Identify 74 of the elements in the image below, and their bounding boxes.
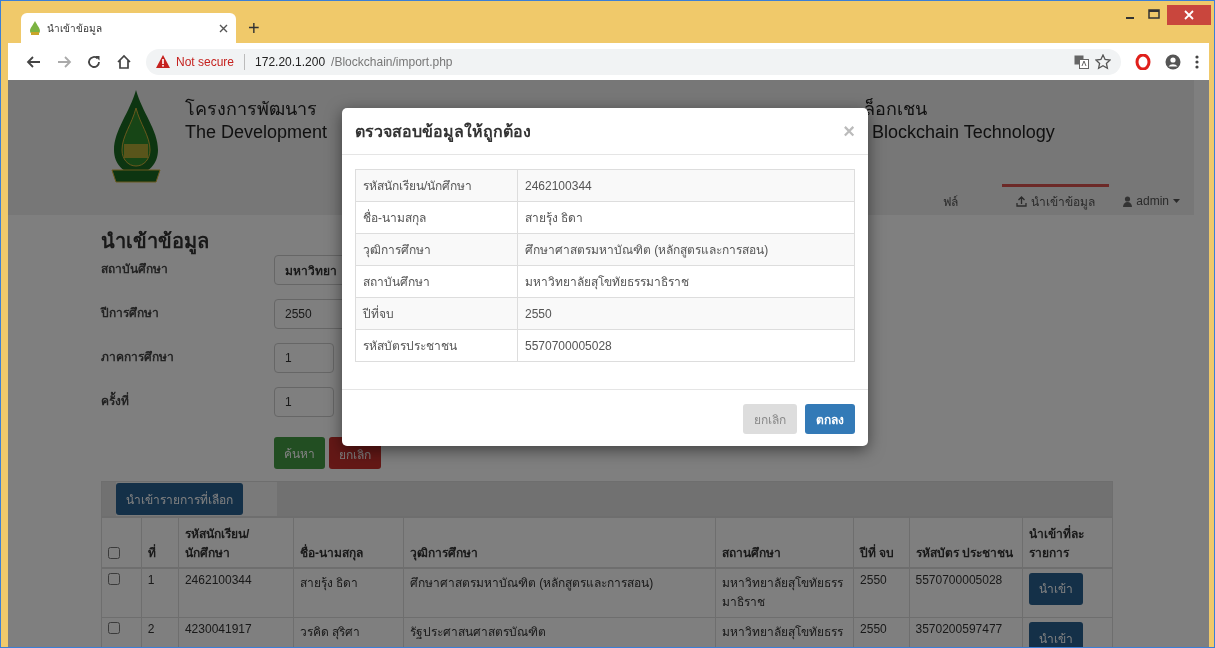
star-icon[interactable]: [1095, 53, 1111, 70]
account-icon[interactable]: [1165, 53, 1181, 70]
table-cell: 2462100344: [517, 169, 855, 202]
caret-icon: [1173, 199, 1180, 203]
dialog-title: ตรวจสอบข้อมูลให้ถูกต้อง: [355, 121, 531, 144]
row-checkbox[interactable]: [108, 622, 120, 634]
row-checkbox[interactable]: [108, 572, 120, 585]
column-header: วุฒิการศึกษา: [403, 517, 716, 568]
field-label: ภาคการศึกษา: [101, 349, 175, 366]
site-title: Blockchain Technology: [872, 122, 1055, 143]
translate-icon[interactable]: [1074, 54, 1089, 69]
nav-link[interactable]: admin: [1109, 184, 1194, 215]
table-cell: สายรุ้ง ธิดา: [517, 201, 855, 234]
input-field[interactable]: 1: [274, 343, 334, 373]
column-header: ปีที่ จบ: [853, 517, 909, 568]
table-cell: สถาบันศึกษา: [355, 265, 518, 298]
browser-tab[interactable]: นำเข้าข้อมูล: [21, 13, 236, 43]
table-cell: รหัสนักเรียน/นักศึกษา: [355, 169, 518, 202]
table-cell: 1: [141, 567, 179, 618]
close-button[interactable]: ×: [843, 119, 855, 143]
url-path: /Blockchain/import.php: [331, 54, 453, 69]
cancel-button[interactable]: ยกเลิก: [743, 404, 797, 434]
table-cell: 2462100344: [178, 567, 294, 618]
nav-link[interactable]: ฟล์: [943, 184, 973, 215]
import-row-button[interactable]: นำเข้า: [1029, 572, 1084, 605]
import-selected-button[interactable]: นำเข้ารายการที่เลือก: [116, 483, 243, 515]
field-label: สถาบันศึกษา: [101, 261, 169, 278]
table-cell: ศึกษาศาสตรมหาบัณฑิต (หลักสูตรและการสอน): [517, 233, 855, 266]
input-field[interactable]: 1: [274, 387, 334, 417]
warning-icon: [156, 55, 170, 68]
table-cell: 5570700005028: [909, 567, 1023, 618]
column-header: สถานศึกษา: [715, 517, 854, 568]
new-tab-button[interactable]: +: [248, 18, 260, 38]
site-title: The Development: [185, 122, 328, 143]
menu-icon[interactable]: [1195, 53, 1199, 70]
field-label: ครั้งที่: [101, 385, 274, 429]
field-label: ปีการศึกษา: [101, 305, 160, 322]
column-header: นำเข้าที่ละ รายการ: [1022, 517, 1113, 568]
table-cell: รหัสบัตรประชาชน: [355, 329, 518, 362]
table-cell: มหาวิทยาลัยสุโขทัยธรร มาธิราช: [715, 567, 854, 618]
confirm-button[interactable]: ตกลง: [805, 404, 855, 434]
site-title: โครงการพัฒนาร: [185, 97, 317, 121]
back-icon[interactable]: [26, 53, 42, 70]
select-all-checkbox[interactable]: [108, 546, 120, 559]
site-title: ล็อกเชน: [864, 97, 927, 121]
table-cell: สายรุ้ง ธิดา: [293, 567, 404, 618]
table-cell: 5570700005028: [517, 329, 855, 362]
column-header: ชื่อ-นามสกุล: [293, 517, 404, 568]
table-cell: 2550: [517, 297, 855, 330]
table-cell: วุฒิการศึกษา: [355, 233, 518, 266]
table-cell: ปีที่จบ: [355, 297, 518, 330]
close-window-button[interactable]: [1167, 5, 1211, 25]
table-cell: มหาวิทยาลัยสุโขทัยธรรมาธิราช: [517, 265, 855, 298]
table-cell: 2550: [853, 567, 909, 618]
column-header: ที่: [141, 517, 179, 568]
import-row-button[interactable]: นำเข้า: [1029, 622, 1084, 647]
reload-icon[interactable]: [86, 53, 102, 70]
url-host: 172.20.1.200: [255, 54, 326, 69]
table-cell: ศึกษาศาสตรมหาบัณฑิต (หลักสูตรและการสอน): [403, 567, 716, 618]
close-icon[interactable]: [219, 23, 228, 33]
column-header: รหัสบัตร ประชาชน: [909, 517, 1023, 568]
page-title: นำเข้าข้อมูล: [101, 229, 209, 253]
table-cell: ชื่อ-นามสกุล: [355, 201, 518, 234]
search-button[interactable]: ค้นหา: [274, 437, 325, 469]
security-warning: Not secure: [176, 54, 235, 69]
favicon-icon: [29, 21, 41, 35]
user-icon: [1123, 195, 1133, 207]
address-bar[interactable]: Not secure 172.20.1.200 /Blockchain/import.php: [146, 48, 1121, 75]
opera-icon[interactable]: [1135, 53, 1151, 70]
upload-icon: [1016, 195, 1028, 207]
column-header: รหัสนักเรียน/ นักศึกษา: [178, 517, 294, 568]
tab-title: นำเข้าข้อมูล: [47, 21, 103, 36]
home-icon[interactable]: [116, 53, 132, 70]
close-icon: [1184, 10, 1194, 20]
